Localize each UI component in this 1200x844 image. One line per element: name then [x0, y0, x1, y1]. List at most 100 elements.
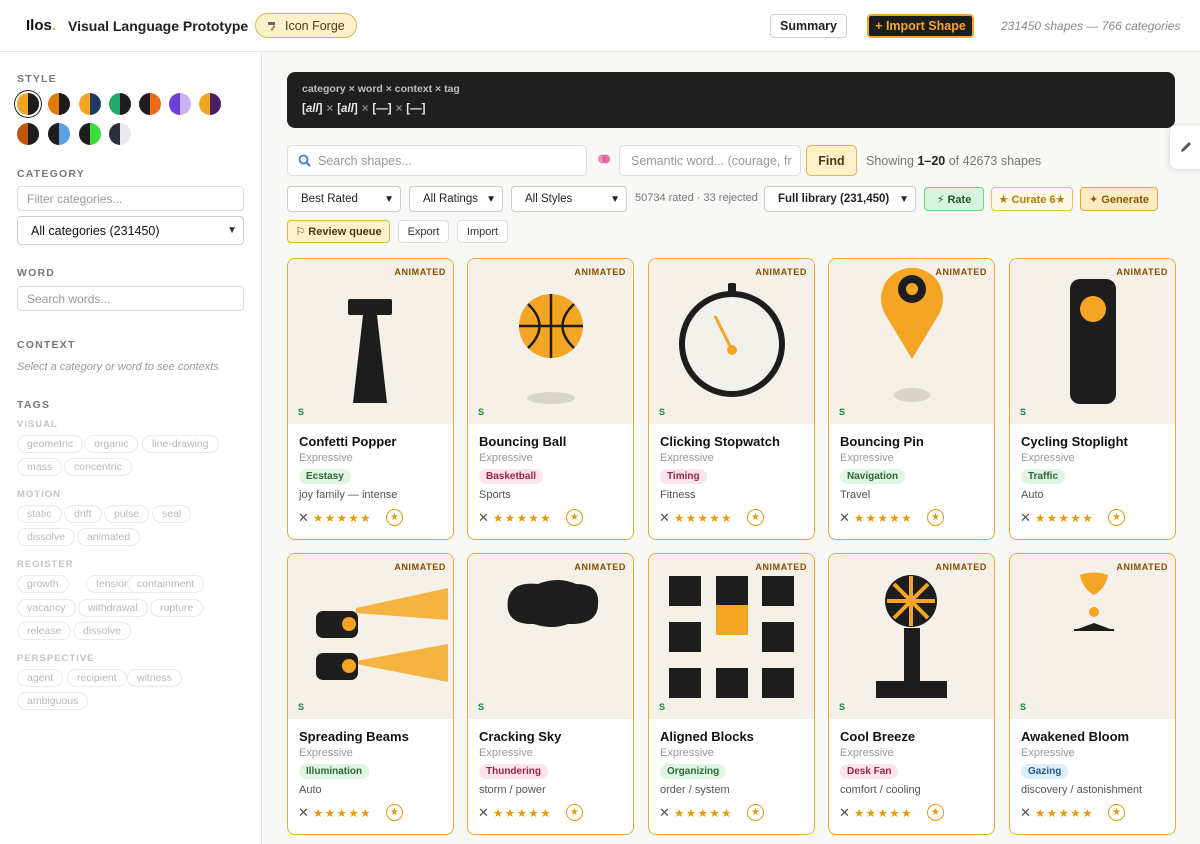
library-select[interactable]: Full library (231,450) ▼ — [764, 186, 916, 212]
query-category-value[interactable]: [all] — [302, 103, 322, 115]
export-button[interactable]: Export — [398, 220, 449, 243]
card-category-pill[interactable]: Ecstasy — [299, 469, 351, 484]
tag-chip-rupture[interactable]: rupture — [150, 599, 204, 617]
star-rating[interactable]: ★★★★★ — [674, 511, 733, 525]
shape-card[interactable]: ANIMATED S Awakened Bloom Expressive Gazing d… — [1009, 553, 1176, 835]
reject-icon[interactable]: ✕ — [298, 510, 309, 526]
style-swatch[interactable] — [139, 93, 161, 115]
tag-chip-agent[interactable]: agent — [17, 669, 64, 687]
star-rating[interactable]: ★★★★★ — [674, 806, 733, 820]
edit-panel-tab[interactable] — [1169, 124, 1200, 170]
favorite-star-icon[interactable]: ★ — [566, 804, 583, 821]
tag-chip-seal[interactable]: seal — [152, 505, 192, 523]
star-rating[interactable]: ★★★★★ — [1035, 511, 1094, 525]
card-category-pill[interactable]: Organizing — [660, 764, 727, 779]
summary-button[interactable]: Summary — [770, 14, 847, 38]
shape-preview[interactable]: ANIMATED S — [288, 554, 453, 719]
reject-icon[interactable]: ✕ — [659, 805, 670, 821]
shape-card[interactable]: ANIMATED S Clicking Stopwatch Expressive Tim… — [648, 258, 815, 540]
semantic-word-input[interactable]: Semantic word... (courage, fr — [619, 145, 801, 176]
tag-chip-line-drawing[interactable]: line-drawing — [142, 435, 219, 453]
tag-chip-animated[interactable]: animated — [77, 528, 141, 546]
reject-icon[interactable]: ✕ — [1020, 510, 1031, 526]
rate-button[interactable]: ⚡ Rate — [924, 187, 984, 211]
shape-preview[interactable]: ANIMATED S — [1010, 259, 1175, 424]
reject-icon[interactable]: ✕ — [659, 510, 670, 526]
style-swatch[interactable] — [79, 93, 101, 115]
reject-icon[interactable]: ✕ — [298, 805, 309, 821]
star-rating[interactable]: ★★★★★ — [1035, 806, 1094, 820]
shape-card[interactable]: ANIMATED S Bouncing Pin Expressive Navigatio… — [828, 258, 995, 540]
review-queue-button[interactable]: ⚐ Review queue — [287, 220, 390, 243]
card-category-pill[interactable]: Thundering — [479, 764, 548, 779]
styles-select[interactable]: All Styles ▼ — [511, 186, 627, 212]
shape-card[interactable]: ANIMATED S Aligned Blocks Expressive Organiz… — [648, 553, 815, 835]
style-swatch[interactable] — [79, 123, 101, 145]
favorite-star-icon[interactable]: ★ — [386, 804, 403, 821]
reject-icon[interactable]: ✕ — [478, 510, 489, 526]
favorite-star-icon[interactable]: ★ — [747, 804, 764, 821]
import-button[interactable]: Import — [457, 220, 508, 243]
shape-preview[interactable]: ANIMATED S — [1010, 554, 1175, 719]
tag-chip-withdrawal[interactable]: withdrawal — [78, 599, 148, 617]
card-category-pill[interactable]: Traffic — [1021, 469, 1066, 484]
query-word-value[interactable]: [all] — [337, 103, 357, 115]
favorite-star-icon[interactable]: ★ — [386, 509, 403, 526]
star-rating[interactable]: ★★★★★ — [313, 806, 372, 820]
shape-search-input[interactable]: Search shapes... — [287, 145, 587, 176]
tag-chip-organic[interactable]: organic — [84, 435, 139, 453]
tag-chip-pulse[interactable]: pulse — [104, 505, 150, 523]
find-button[interactable]: Find — [806, 145, 857, 176]
shape-card[interactable]: ANIMATED S Confetti Popper Expressive Ecstas… — [287, 258, 454, 540]
import-shape-button[interactable]: + Import Shape — [867, 14, 974, 38]
favorite-star-icon[interactable]: ★ — [566, 509, 583, 526]
shape-preview[interactable]: ANIMATED S — [288, 259, 453, 424]
shape-card[interactable]: ANIMATED S Spreading Beams Expressive Illumi… — [287, 553, 454, 835]
style-swatch[interactable] — [48, 93, 70, 115]
tag-chip-containment[interactable]: containment — [127, 575, 205, 593]
ratings-select[interactable]: All Ratings ▼ — [409, 186, 503, 212]
shape-card[interactable]: ANIMATED S Cracking Sky Expressive Thunderin… — [467, 553, 634, 835]
sort-select[interactable]: Best Rated ▼ — [287, 186, 401, 212]
style-swatch[interactable] — [17, 93, 39, 115]
style-swatch[interactable] — [17, 123, 39, 145]
shape-preview[interactable]: ANIMATED S — [468, 259, 633, 424]
shape-preview[interactable]: ANIMATED S — [649, 554, 814, 719]
card-category-pill[interactable]: Timing — [660, 469, 707, 484]
tag-chip-witness[interactable]: witness — [127, 669, 183, 687]
tag-chip-geometric[interactable]: geometric — [17, 435, 84, 453]
shape-card[interactable]: ANIMATED S Cool Breeze Expressive Desk Fan co… — [828, 553, 995, 835]
star-rating[interactable]: ★★★★★ — [493, 511, 552, 525]
generate-button[interactable]: ✦ Generate — [1080, 187, 1158, 211]
shape-preview[interactable]: ANIMATED S — [649, 259, 814, 424]
favorite-star-icon[interactable]: ★ — [1108, 509, 1125, 526]
favorite-star-icon[interactable]: ★ — [927, 804, 944, 821]
tag-chip-recipient[interactable]: recipient — [67, 669, 127, 687]
curate-button[interactable]: ★ Curate 6★ — [991, 187, 1073, 211]
shape-preview[interactable]: ANIMATED S — [829, 554, 994, 719]
style-swatch[interactable] — [199, 93, 221, 115]
tag-chip-dissolve[interactable]: dissolve — [73, 622, 131, 640]
shape-card[interactable]: ANIMATED S Bouncing Ball Expressive Basketba… — [467, 258, 634, 540]
tag-chip-concentric[interactable]: concentric — [64, 458, 132, 476]
favorite-star-icon[interactable]: ★ — [747, 509, 764, 526]
star-rating[interactable]: ★★★★★ — [493, 806, 552, 820]
reject-icon[interactable]: ✕ — [839, 510, 850, 526]
word-search-input[interactable]: Search words... — [17, 286, 244, 311]
star-rating[interactable]: ★★★★★ — [854, 806, 913, 820]
tag-chip-mass[interactable]: mass — [17, 458, 63, 476]
tag-chip-growth[interactable]: growth — [17, 575, 69, 593]
reject-icon[interactable]: ✕ — [839, 805, 850, 821]
tag-chip-static[interactable]: static — [17, 505, 62, 523]
favorite-star-icon[interactable]: ★ — [927, 509, 944, 526]
style-swatch[interactable] — [169, 93, 191, 115]
style-swatch[interactable] — [109, 93, 131, 115]
card-category-pill[interactable]: Illumination — [299, 764, 370, 779]
style-swatch[interactable] — [109, 123, 131, 145]
app-logo[interactable]: Ilos. — [26, 17, 56, 34]
star-rating[interactable]: ★★★★★ — [854, 511, 913, 525]
card-category-pill[interactable]: Gazing — [1021, 764, 1069, 779]
reject-icon[interactable]: ✕ — [478, 805, 489, 821]
tag-chip-dissolve[interactable]: dissolve — [17, 528, 75, 546]
card-category-pill[interactable]: Basketball — [479, 469, 544, 484]
